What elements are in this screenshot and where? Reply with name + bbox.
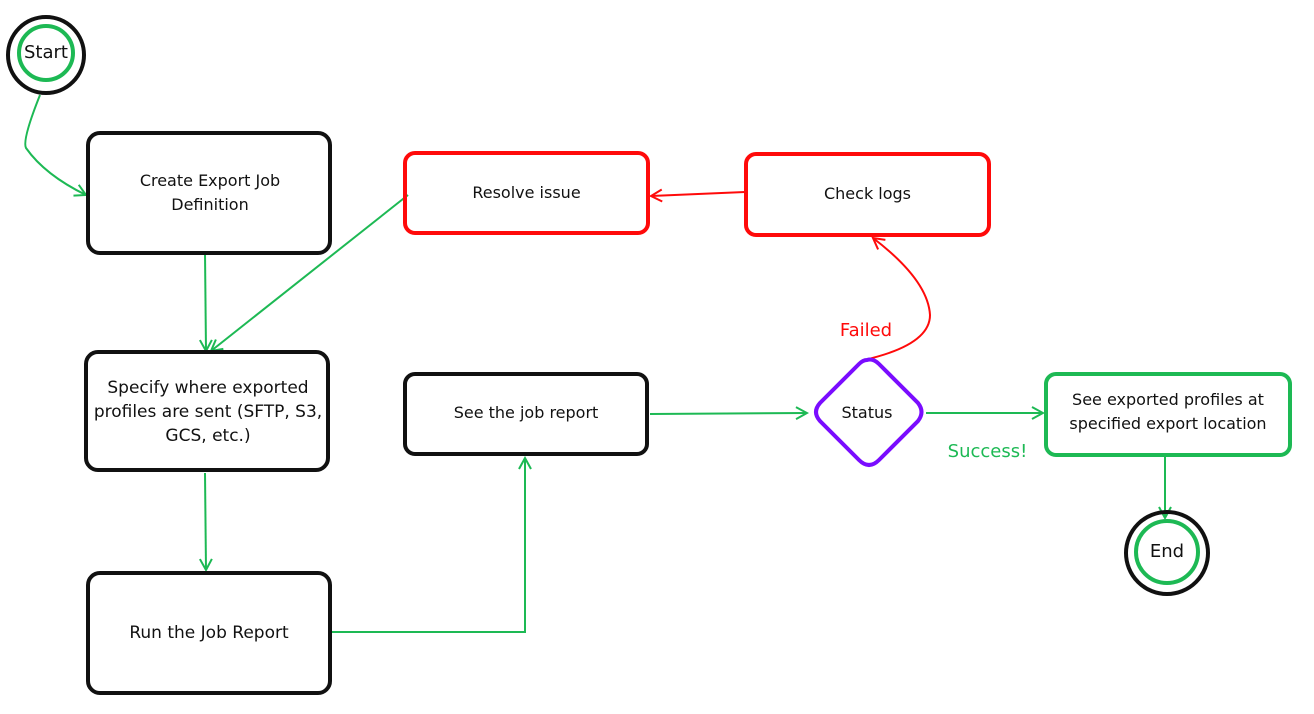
failed-label: Failed: [839, 320, 893, 341]
edge-run-to-see-report: [330, 458, 525, 633]
edge-see-report-to-status: [649, 413, 807, 414]
edge-specify-to-run: [205, 472, 206, 570]
edge-start-to-create: [24, 94, 86, 195]
start-label: Start: [24, 42, 68, 63]
check-logs-label: Check logs: [823, 184, 912, 203]
success-label: Success!: [947, 441, 1028, 462]
specify-destination-label: Specify where exported profiles are sent…: [93, 378, 323, 446]
end-label: End: [1149, 541, 1185, 562]
flowchart-canvas: [6, 15, 1292, 695]
edge-create-to-specify: [205, 252, 206, 351]
see-report-label: See the job report: [453, 403, 599, 422]
see-exported-label: See exported profiles at specified expor…: [1069, 390, 1267, 433]
status-label: Status: [841, 403, 893, 422]
resolve-issue-label: Resolve issue: [472, 183, 581, 202]
edge-check-logs-to-resolve: [651, 192, 746, 196]
run-report-label: Run the Job Report: [129, 623, 289, 643]
create-job-label: Create Export Job Definition: [139, 171, 281, 214]
